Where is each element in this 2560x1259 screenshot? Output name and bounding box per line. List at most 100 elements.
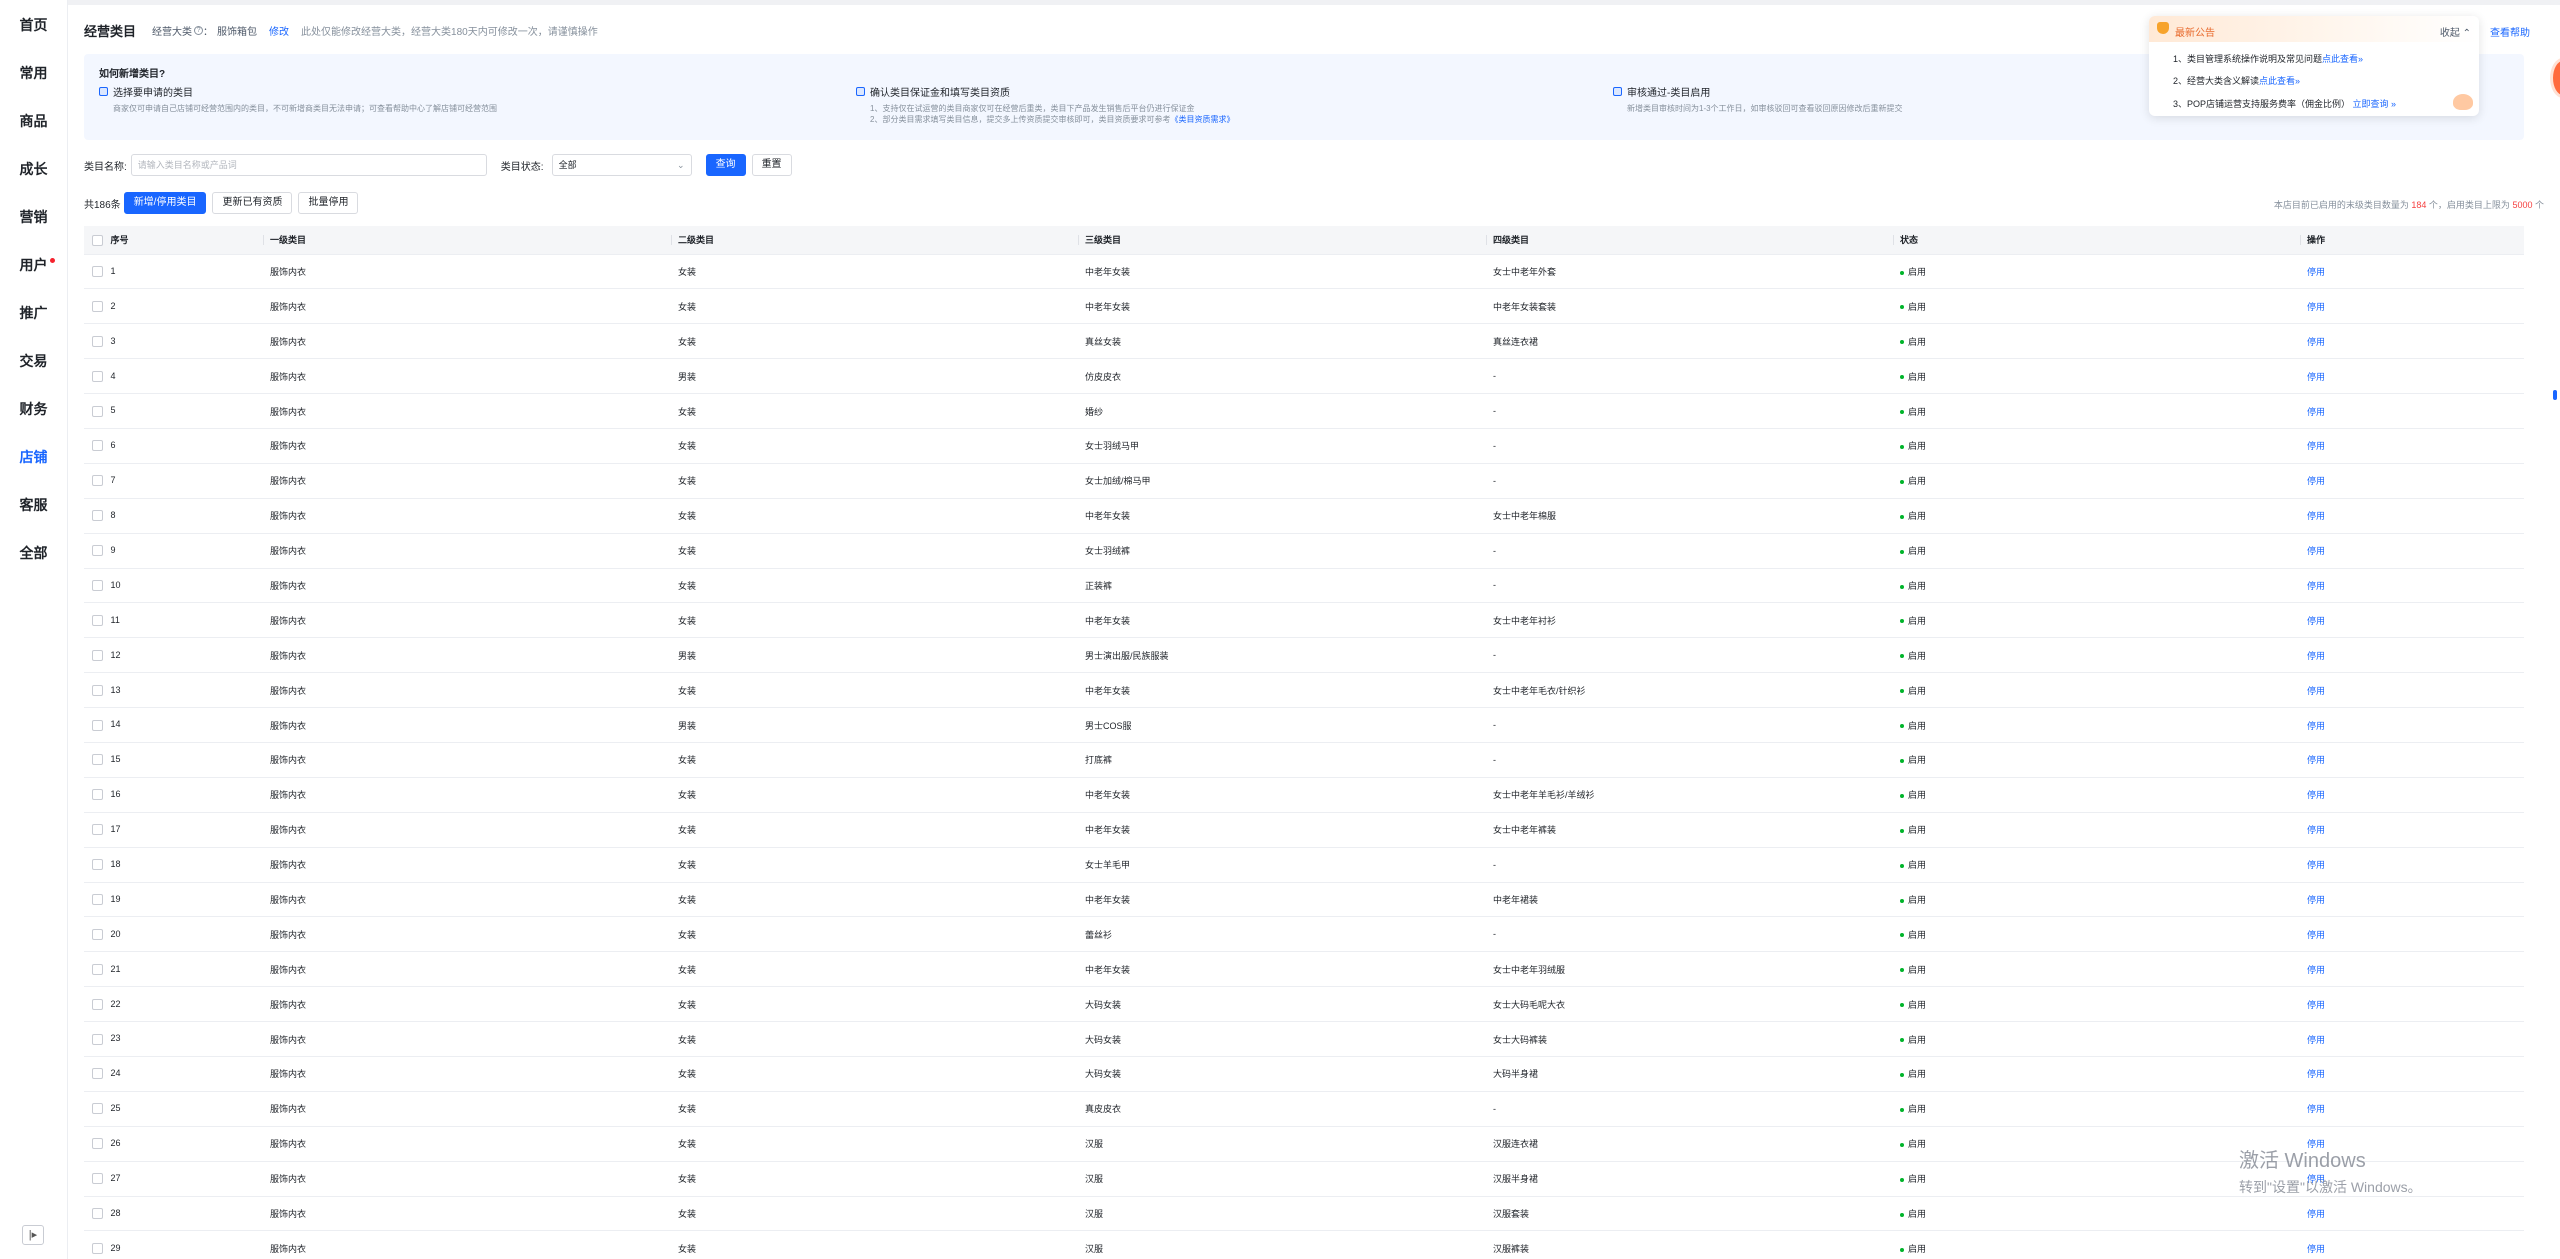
disable-link[interactable]: 停用 bbox=[2307, 1104, 2325, 1114]
table-cell[interactable]: 停用 bbox=[2301, 812, 2524, 848]
table-cell[interactable]: 停用 bbox=[2301, 1230, 2524, 1259]
table-cell[interactable]: 停用 bbox=[2301, 707, 2524, 743]
sidebar-item[interactable]: 财务 bbox=[0, 385, 67, 433]
sidebar-item[interactable]: 推广 bbox=[0, 289, 67, 337]
disable-link[interactable]: 停用 bbox=[2307, 1209, 2325, 1219]
disable-link[interactable]: 停用 bbox=[2307, 755, 2325, 765]
disable-link[interactable]: 停用 bbox=[2307, 686, 2325, 696]
notice-link[interactable]: 点此查看» bbox=[2322, 54, 2363, 64]
modify-link[interactable]: 修改 bbox=[269, 23, 289, 38]
disable-link[interactable]: 停用 bbox=[2307, 651, 2325, 661]
row-checkbox[interactable] bbox=[92, 1103, 103, 1115]
disable-link[interactable]: 停用 bbox=[2307, 337, 2325, 347]
sidebar-item[interactable]: 成长 bbox=[0, 145, 67, 193]
disable-link[interactable]: 停用 bbox=[2307, 860, 2325, 870]
row-checkbox[interactable] bbox=[92, 510, 103, 522]
table-cell[interactable]: 停用 bbox=[2301, 742, 2524, 778]
add-category-button[interactable]: 新增/停用类目 bbox=[123, 192, 207, 214]
disable-link[interactable]: 停用 bbox=[2307, 895, 2325, 905]
row-checkbox[interactable] bbox=[92, 1242, 103, 1254]
table-cell[interactable]: 停用 bbox=[2301, 463, 2524, 499]
table-cell[interactable]: 停用 bbox=[2301, 568, 2524, 604]
row-checkbox[interactable] bbox=[92, 580, 103, 592]
row-checkbox[interactable] bbox=[92, 1173, 103, 1185]
row-checkbox[interactable] bbox=[92, 405, 103, 417]
disable-link[interactable]: 停用 bbox=[2307, 372, 2325, 382]
row-checkbox[interactable] bbox=[92, 300, 103, 312]
row-checkbox[interactable] bbox=[92, 440, 103, 452]
row-checkbox[interactable] bbox=[92, 684, 103, 696]
row-checkbox[interactable] bbox=[92, 824, 103, 836]
disable-link[interactable]: 停用 bbox=[2307, 1139, 2325, 1149]
table-cell[interactable]: 停用 bbox=[2301, 358, 2524, 395]
table-cell[interactable]: 停用 bbox=[2301, 533, 2524, 569]
disable-link[interactable]: 停用 bbox=[2307, 1035, 2325, 1045]
help-link[interactable]: 查看帮助 bbox=[2490, 24, 2530, 39]
notice-link[interactable]: 点此查看» bbox=[2259, 76, 2300, 86]
row-checkbox[interactable] bbox=[92, 998, 103, 1010]
table-cell[interactable]: 停用 bbox=[2301, 847, 2524, 883]
disable-link[interactable]: 停用 bbox=[2307, 930, 2325, 940]
sidebar-item[interactable]: 营销 bbox=[0, 193, 67, 241]
disable-link[interactable]: 停用 bbox=[2307, 441, 2325, 451]
table-cell[interactable]: 停用 bbox=[2301, 254, 2524, 290]
sidebar-item[interactable]: 交易 bbox=[0, 337, 67, 385]
table-cell[interactable]: 停用 bbox=[2301, 1056, 2524, 1092]
row-checkbox[interactable] bbox=[92, 928, 103, 940]
row-checkbox[interactable] bbox=[92, 266, 103, 277]
disable-link[interactable]: 停用 bbox=[2307, 1000, 2325, 1010]
disable-link[interactable]: 停用 bbox=[2307, 407, 2325, 417]
disable-link[interactable]: 停用 bbox=[2307, 511, 2325, 521]
row-checkbox[interactable] bbox=[92, 719, 103, 731]
row-checkbox[interactable] bbox=[92, 370, 103, 382]
row-checkbox[interactable] bbox=[92, 335, 103, 347]
row-checkbox[interactable] bbox=[92, 1068, 103, 1080]
table-cell[interactable]: 停用 bbox=[2301, 1196, 2524, 1232]
table-cell[interactable]: 停用 bbox=[2301, 1021, 2524, 1057]
row-checkbox[interactable] bbox=[92, 963, 103, 975]
status-select[interactable]: 全部 ⌄ bbox=[551, 154, 692, 176]
row-checkbox[interactable] bbox=[92, 1208, 103, 1220]
sidebar-item[interactable]: 用户 bbox=[0, 241, 67, 289]
disable-link[interactable]: 停用 bbox=[2307, 476, 2325, 486]
table-cell[interactable]: 停用 bbox=[2301, 672, 2524, 709]
sidebar-item[interactable]: 客服 bbox=[0, 481, 67, 529]
table-cell[interactable]: 停用 bbox=[2301, 916, 2524, 953]
sidebar-item[interactable]: 商品 bbox=[0, 97, 67, 145]
row-checkbox[interactable] bbox=[92, 859, 103, 871]
disable-link[interactable]: 停用 bbox=[2307, 825, 2325, 835]
table-cell[interactable]: 停用 bbox=[2301, 602, 2524, 639]
notice-collapse-button[interactable]: 收起 ⌃ bbox=[2440, 24, 2471, 39]
table-cell[interactable]: 停用 bbox=[2301, 323, 2524, 360]
table-cell[interactable]: 停用 bbox=[2301, 288, 2524, 325]
batch-disable-button[interactable]: 批量停用 bbox=[298, 192, 359, 214]
disable-link[interactable]: 停用 bbox=[2307, 616, 2325, 626]
disable-link[interactable]: 停用 bbox=[2307, 546, 2325, 556]
table-cell[interactable]: 停用 bbox=[2301, 777, 2524, 813]
row-checkbox[interactable] bbox=[92, 649, 103, 661]
row-checkbox[interactable] bbox=[92, 754, 103, 766]
sidebar-item[interactable]: 常用 bbox=[0, 49, 67, 97]
category-name-input[interactable] bbox=[130, 154, 487, 176]
table-cell[interactable]: 停用 bbox=[2301, 1126, 2524, 1162]
row-checkbox[interactable] bbox=[92, 475, 103, 487]
update-qualification-button[interactable]: 更新已有资质 bbox=[212, 192, 293, 214]
row-checkbox[interactable] bbox=[92, 1033, 103, 1045]
reset-button[interactable]: 重置 bbox=[751, 154, 792, 176]
table-cell[interactable]: 停用 bbox=[2301, 1091, 2524, 1127]
collapse-sidebar-icon[interactable]: |▸ bbox=[22, 1225, 44, 1245]
row-checkbox[interactable] bbox=[92, 614, 103, 626]
disable-link[interactable]: 停用 bbox=[2307, 790, 2325, 800]
row-checkbox[interactable] bbox=[92, 545, 103, 557]
sidebar-item[interactable]: 全部 bbox=[0, 529, 67, 577]
disable-link[interactable]: 停用 bbox=[2307, 1069, 2325, 1079]
table-cell[interactable]: 停用 bbox=[2301, 1161, 2524, 1197]
row-checkbox[interactable] bbox=[92, 894, 103, 906]
select-all-checkbox[interactable] bbox=[92, 235, 103, 247]
disable-link[interactable]: 停用 bbox=[2307, 1174, 2325, 1184]
disable-link[interactable]: 停用 bbox=[2307, 581, 2325, 591]
disable-link[interactable]: 停用 bbox=[2307, 267, 2325, 277]
table-cell[interactable]: 停用 bbox=[2301, 986, 2524, 1023]
disable-link[interactable]: 停用 bbox=[2307, 721, 2325, 731]
table-cell[interactable]: 停用 bbox=[2301, 951, 2524, 988]
